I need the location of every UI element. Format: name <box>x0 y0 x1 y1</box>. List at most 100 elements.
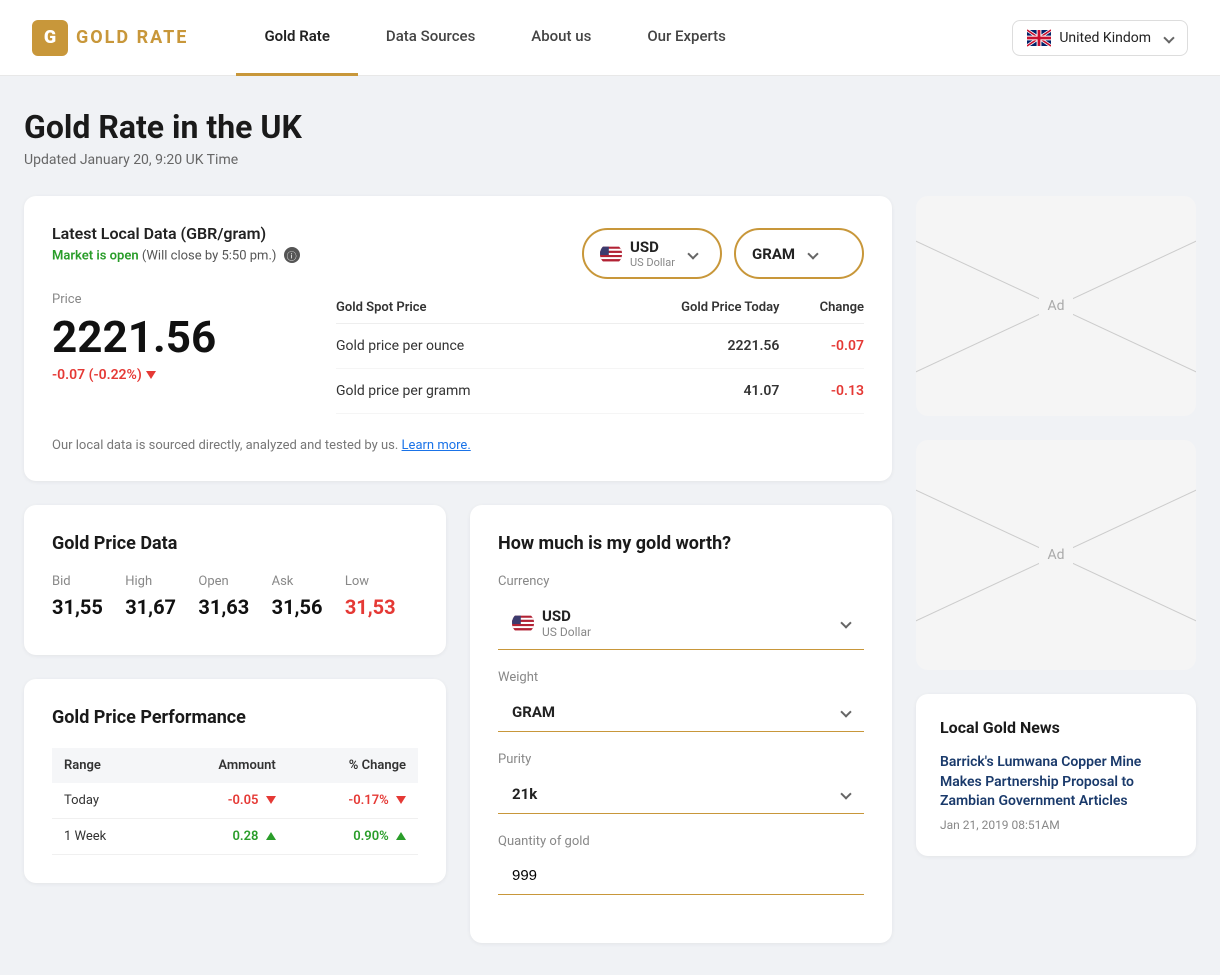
calc-purity-field: Purity 21k <box>498 752 864 814</box>
row1-today: 2221.56 <box>592 323 779 368</box>
calc-weight-value: GRAM <box>512 703 555 721</box>
metric-ask-value: 31,56 <box>272 595 345 619</box>
nav-our-experts[interactable]: Our Experts <box>619 0 754 76</box>
market-open-label: Market is open <box>52 249 139 264</box>
perf-pct-1week: 0.90% <box>288 818 418 854</box>
logo-icon: G <box>32 20 68 56</box>
ad-banner-top: Ad <box>916 196 1196 416</box>
price-section: Price 2221.56 -0.07 (-0.22%) Gold Spot P… <box>52 292 864 414</box>
calc-purity-chevron-icon <box>840 788 851 799</box>
gold-data-title: Gold Price Data <box>52 533 418 554</box>
metric-ask-label: Ask <box>272 574 345 589</box>
news-item-headline[interactable]: Barrick's Lumwana Copper Mine Makes Part… <box>940 753 1172 812</box>
learn-more-link[interactable]: Learn more. <box>402 438 471 453</box>
calc-weight-field: Weight GRAM <box>498 670 864 732</box>
arrow-down-icon <box>146 371 156 379</box>
metric-bid-value: 31,55 <box>52 595 125 619</box>
perf-arrow-up-icon <box>266 832 276 840</box>
calc-currency-chevron-icon <box>840 617 851 628</box>
calc-currency-select[interactable]: USD US Dollar <box>498 597 864 650</box>
market-close-time: (Will close by 5:50 pm.) <box>142 249 277 264</box>
nav-right: United Kindom <box>1012 20 1188 56</box>
calc-quantity-input[interactable] <box>498 857 864 895</box>
metric-open-value: 31,63 <box>198 595 271 619</box>
perf-amount-today: -0.05 <box>158 783 288 819</box>
col-today: Gold Price Today <box>592 292 779 324</box>
metric-bid-label: Bid <box>52 574 125 589</box>
select-group: USD US Dollar GRAM <box>582 228 864 279</box>
price-change: -0.07 (-0.22%) <box>52 367 316 383</box>
perf-range-today: Today <box>52 783 158 819</box>
row2-label: Gold price per gramm <box>336 368 592 413</box>
col-change: Change <box>779 292 864 324</box>
gold-performance-card: Gold Price Performance Range Ammount % C… <box>24 679 446 883</box>
row2-today: 41.07 <box>592 368 779 413</box>
perf-pct-up-icon <box>396 832 406 840</box>
calc-purity-select[interactable]: 21k <box>498 775 864 814</box>
calc-title: How much is my gold worth? <box>498 533 864 554</box>
ad-top-label: Ad <box>1039 294 1072 318</box>
nav-data-sources[interactable]: Data Sources <box>358 0 503 76</box>
row1-label: Gold price per ounce <box>336 323 592 368</box>
gold-price-data-card: Gold Price Data Bid 31,55 High 31,67 <box>24 505 446 655</box>
country-label: United Kindom <box>1059 30 1151 46</box>
left-lower-col: Gold Price Data Bid 31,55 High 31,67 <box>24 505 446 943</box>
perf-arrow-down-icon <box>266 796 276 804</box>
country-selector[interactable]: United Kindom <box>1012 20 1188 56</box>
page-wrapper: Gold Rate in the UK Updated January 20, … <box>0 76 1220 975</box>
latest-data-card: Latest Local Data (GBR/gram) Market is o… <box>24 196 892 481</box>
latest-data-title-group: Latest Local Data (GBR/gram) Market is o… <box>52 224 300 284</box>
metric-high-value: 31,67 <box>125 595 198 619</box>
currency-name: US Dollar <box>630 256 675 269</box>
ad-banner-bottom: Ad <box>916 440 1196 670</box>
perf-range-1week: 1 Week <box>52 818 158 854</box>
gold-calculator-card: How much is my gold worth? Currency <box>470 505 892 943</box>
logo-text: GOLD RATE <box>76 27 188 48</box>
perf-row-today: Today -0.05 -0.17% <box>52 783 418 819</box>
calc-purity-value: 21k <box>512 785 537 803</box>
perf-row-1week: 1 Week 0.28 0.90% <box>52 818 418 854</box>
calc-quantity-field: Quantity of gold <box>498 834 864 895</box>
uk-flag-icon <box>1027 29 1051 47</box>
calc-quantity-label: Quantity of gold <box>498 834 864 849</box>
calc-currency-code: USD <box>542 607 591 625</box>
metric-low-label: Low <box>345 574 418 589</box>
news-item-date: Jan 21, 2019 08:51AM <box>940 818 1172 832</box>
perf-col-amount: Ammount <box>158 748 288 783</box>
calc-us-flag-icon <box>512 612 534 634</box>
metric-low: Low 31,53 <box>345 574 418 619</box>
calc-currency-name: US Dollar <box>542 625 591 639</box>
news-item: Barrick's Lumwana Copper Mine Makes Part… <box>940 753 1172 832</box>
unit-dropdown[interactable]: GRAM <box>734 228 864 279</box>
metric-open-label: Open <box>198 574 271 589</box>
calc-purity-label: Purity <box>498 752 864 767</box>
metric-low-value: 31,53 <box>345 595 418 619</box>
price-right: Gold Spot Price Gold Price Today Change … <box>336 292 864 414</box>
latest-data-title: Latest Local Data (GBR/gram) <box>52 224 300 243</box>
news-card: Local Gold News Barrick's Lumwana Copper… <box>916 694 1196 856</box>
metric-open: Open 31,63 <box>198 574 271 619</box>
perf-pct-today: -0.17% <box>288 783 418 819</box>
calc-weight-select[interactable]: GRAM <box>498 693 864 732</box>
nav-links: Gold Rate Data Sources About us Our Expe… <box>236 0 1012 76</box>
perf-col-range: Range <box>52 748 158 783</box>
calc-currency-field: Currency <box>498 574 864 650</box>
logo[interactable]: G GOLD RATE <box>32 20 188 56</box>
row2-change: -0.13 <box>779 368 864 413</box>
nav-gold-rate[interactable]: Gold Rate <box>236 0 357 76</box>
left-column: Latest Local Data (GBR/gram) Market is o… <box>24 196 892 943</box>
performance-title: Gold Price Performance <box>52 707 418 728</box>
currency-dropdown[interactable]: USD US Dollar <box>582 228 722 279</box>
info-icon[interactable]: ⓘ <box>284 247 300 263</box>
chevron-down-icon <box>1163 32 1174 43</box>
market-status: Market is open (Will close by 5:50 pm.) … <box>52 247 300 264</box>
metric-bid: Bid 31,55 <box>52 574 125 619</box>
price-big: 2221.56 <box>52 315 316 359</box>
nav-about-us[interactable]: About us <box>503 0 619 76</box>
calc-currency-label: Currency <box>498 574 864 589</box>
calc-weight-label: Weight <box>498 670 864 685</box>
metric-high-label: High <box>125 574 198 589</box>
table-row: Gold price per ounce 2221.56 -0.07 <box>336 323 864 368</box>
gold-price-table: Gold Spot Price Gold Price Today Change … <box>336 292 864 414</box>
page-title: Gold Rate in the UK <box>24 108 1196 146</box>
